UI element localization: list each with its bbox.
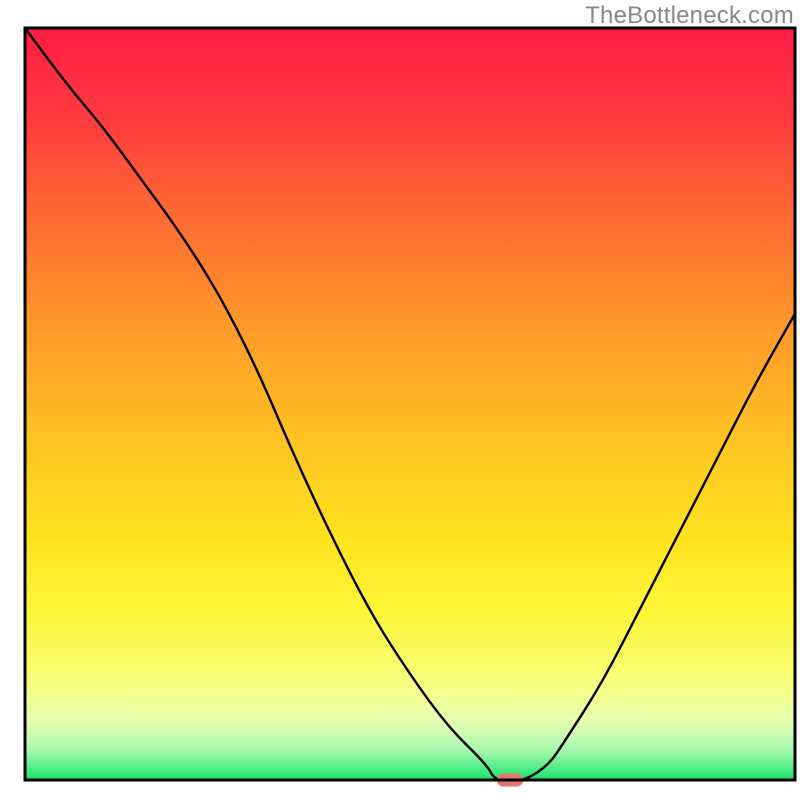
bottleneck-chart: [0, 0, 800, 800]
plot-background: [25, 28, 795, 780]
watermark-label: TheBottleneck.com: [585, 2, 794, 30]
chart-container: TheBottleneck.com: [0, 0, 800, 800]
